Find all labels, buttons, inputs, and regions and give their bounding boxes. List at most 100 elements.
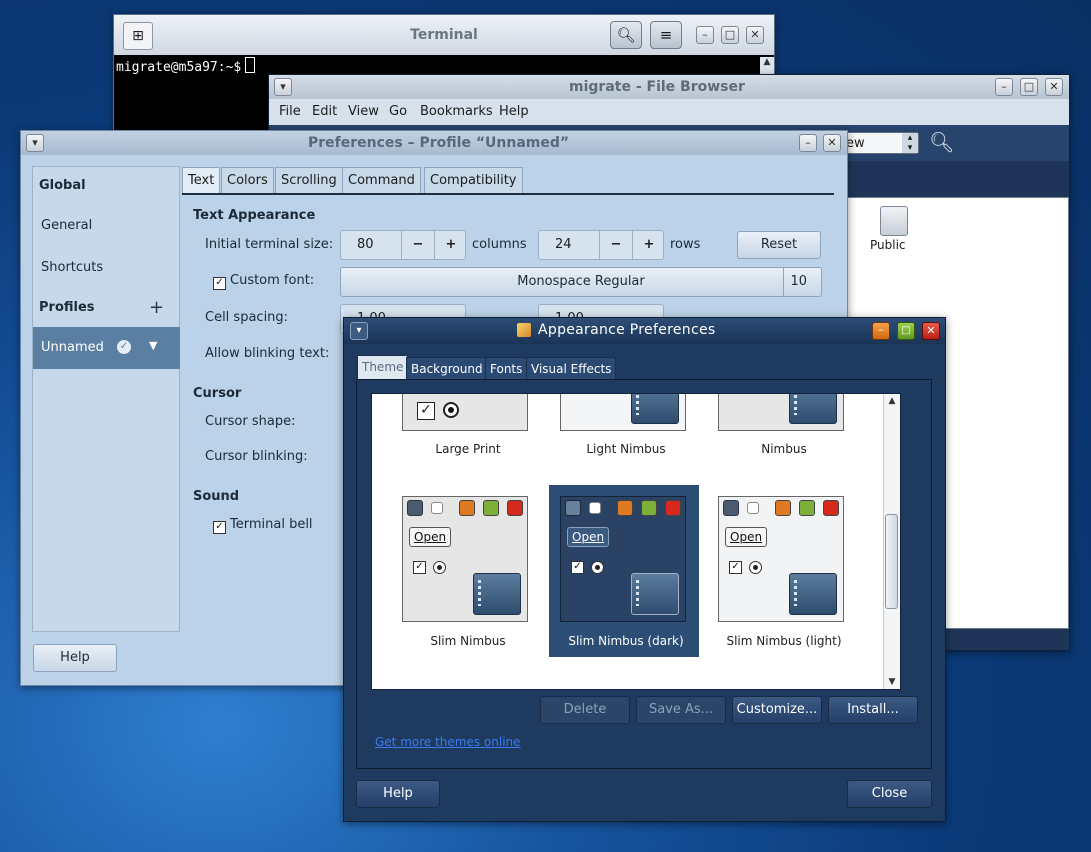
customize-button[interactable]: Customize...: [732, 696, 822, 724]
menu-edit[interactable]: Edit: [312, 104, 337, 119]
view-select[interactable]: ew ▴ ▾: [839, 132, 919, 154]
tab-text[interactable]: Text: [182, 167, 221, 193]
theme-thumb-large-print[interactable]: ✓: [402, 394, 528, 431]
chevron-down-icon[interactable]: ▼: [149, 339, 157, 352]
tab-background[interactable]: Background: [406, 357, 488, 379]
rows-value[interactable]: 24: [555, 237, 572, 252]
theme-list-scrollbar[interactable]: ▲ ▼: [883, 394, 900, 689]
file-browser-menubar: File Edit View Go Bookmarks Help: [269, 99, 1069, 125]
folder-icon[interactable]: [880, 206, 908, 236]
checkbox-icon: ✓: [413, 561, 426, 574]
columns-minus-button[interactable]: −: [401, 231, 434, 259]
theme-thumb-slim-nimbus-dark[interactable]: Open ✓: [560, 496, 686, 622]
scroll-up-icon[interactable]: ▲: [884, 396, 900, 406]
folder-label-public[interactable]: Public: [870, 238, 906, 252]
theme-thumb-slim-nimbus-light[interactable]: Open ✓: [718, 496, 844, 622]
search-icon[interactable]: 🔍︎: [610, 21, 642, 49]
close-icon[interactable]: ✕: [922, 322, 940, 340]
sidebar-item-unnamed[interactable]: Unnamed ✓ ▼: [33, 327, 180, 369]
section-text-appearance: Text Appearance: [193, 208, 316, 223]
preferences-title: Preferences – Profile “Unnamed”: [308, 135, 570, 151]
delete-button[interactable]: Delete: [540, 696, 630, 724]
menu-view[interactable]: View: [348, 104, 379, 119]
preferences-titlebar[interactable]: ▾ Preferences – Profile “Unnamed” – ✕: [21, 131, 847, 155]
document-icon: [631, 573, 679, 615]
tab-command[interactable]: Command: [342, 167, 421, 193]
terminal-bell-checkbox[interactable]: ✓ Terminal bell: [213, 517, 313, 534]
window-menu-icon[interactable]: ▾: [350, 322, 368, 340]
rows-minus-button[interactable]: −: [599, 231, 632, 259]
appearance-titlebar[interactable]: ▾ Appearance Preferences – □ ✕: [344, 318, 945, 344]
theme-label-slim-nimbus-dark[interactable]: Slim Nimbus (dark): [547, 634, 705, 648]
file-browser-titlebar[interactable]: ▾ migrate - File Browser – □ ✕: [269, 75, 1069, 99]
custom-font-checkbox[interactable]: ✓ Custom font:: [213, 273, 314, 290]
scroll-up-icon[interactable]: ▲: [760, 57, 774, 67]
radio-icon: [443, 402, 459, 418]
profile-name: Unnamed: [41, 340, 104, 355]
dropdown-arrow-icon: ▴ ▾: [902, 133, 918, 153]
sidebar-item-shortcuts[interactable]: Shortcuts: [41, 260, 103, 275]
minimize-icon[interactable]: –: [799, 134, 817, 152]
menu-file[interactable]: File: [279, 104, 301, 119]
sidebar-item-general[interactable]: General: [41, 218, 92, 233]
appearance-app-icon: [517, 323, 531, 337]
tab-scrolling[interactable]: Scrolling: [275, 167, 343, 193]
more-themes-link[interactable]: Get more themes online: [375, 735, 521, 749]
maximize-icon[interactable]: □: [1020, 78, 1038, 96]
tab-fonts[interactable]: Fonts: [485, 357, 528, 379]
close-icon[interactable]: ✕: [1045, 78, 1063, 96]
menu-help[interactable]: Help: [499, 104, 529, 119]
theme-thumb-light-nimbus[interactable]: [560, 394, 686, 431]
checkbox-checked-icon[interactable]: ✓: [213, 521, 226, 534]
magnifier-icon[interactable]: 🔍︎: [929, 130, 954, 154]
maximize-icon[interactable]: □: [897, 322, 915, 340]
appearance-help-button[interactable]: Help: [356, 780, 440, 808]
terminal-titlebar[interactable]: ⊞ Terminal 🔍︎ ≡ – □ ✕: [114, 15, 774, 55]
prefs-help-button[interactable]: Help: [33, 644, 117, 672]
scrollbar-thumb[interactable]: [885, 514, 898, 609]
close-icon[interactable]: ✕: [746, 26, 764, 44]
font-picker-button[interactable]: Monospace Regular 10: [340, 267, 822, 297]
scroll-down-icon[interactable]: ▼: [884, 677, 900, 687]
columns-value[interactable]: 80: [357, 237, 374, 252]
close-icon: [507, 500, 523, 516]
tab-colors[interactable]: Colors: [221, 167, 274, 193]
minimize-icon: [459, 500, 475, 516]
tab-compatibility[interactable]: Compatibility: [424, 167, 523, 193]
theme-list[interactable]: ✓ Large Print Light Nimbus Nimbus Open ✓…: [371, 393, 901, 690]
save-as-button[interactable]: Save As...: [636, 696, 726, 724]
theme-label-slim-nimbus[interactable]: Slim Nimbus: [389, 634, 547, 648]
theme-thumb-nimbus[interactable]: [718, 394, 844, 431]
window-menu-icon[interactable]: ▾: [26, 134, 44, 152]
menu-go[interactable]: Go: [389, 104, 407, 119]
columns-stepper[interactable]: 80 − +: [340, 230, 466, 260]
file-browser-title: migrate - File Browser: [569, 79, 745, 95]
window-menu-icon[interactable]: ▾: [274, 78, 292, 96]
menu-bookmarks[interactable]: Bookmarks: [420, 104, 493, 119]
appearance-title: Appearance Preferences: [538, 322, 716, 338]
tab-visual-effects[interactable]: Visual Effects: [526, 357, 617, 379]
add-profile-button[interactable]: +: [149, 297, 164, 318]
theme-thumb-slim-nimbus[interactable]: Open ✓: [402, 496, 528, 622]
columns-plus-button[interactable]: +: [434, 231, 467, 259]
theme-label-large-print[interactable]: Large Print: [389, 442, 547, 456]
close-icon[interactable]: ✕: [823, 134, 841, 152]
theme-label-nimbus[interactable]: Nimbus: [705, 442, 863, 456]
minimize-icon[interactable]: –: [872, 322, 890, 340]
section-sound: Sound: [193, 489, 240, 504]
sidebar-heading-global: Global: [39, 178, 86, 193]
minimize-icon[interactable]: –: [696, 26, 714, 44]
rows-stepper[interactable]: 24 − +: [538, 230, 664, 260]
theme-label-light-nimbus[interactable]: Light Nimbus: [547, 442, 705, 456]
reset-button[interactable]: Reset: [737, 231, 821, 259]
hamburger-menu-icon[interactable]: ≡: [650, 21, 682, 49]
rows-plus-button[interactable]: +: [632, 231, 665, 259]
checkbox-checked-icon[interactable]: ✓: [213, 277, 226, 290]
sidebar-heading-profiles: Profiles: [39, 300, 95, 315]
appearance-close-button[interactable]: Close: [847, 780, 932, 808]
minimize-icon[interactable]: –: [995, 78, 1013, 96]
maximize-icon[interactable]: □: [721, 26, 739, 44]
install-button[interactable]: Install...: [828, 696, 918, 724]
tab-theme[interactable]: Theme: [357, 355, 409, 379]
theme-label-slim-nimbus-light[interactable]: Slim Nimbus (light): [705, 634, 863, 648]
